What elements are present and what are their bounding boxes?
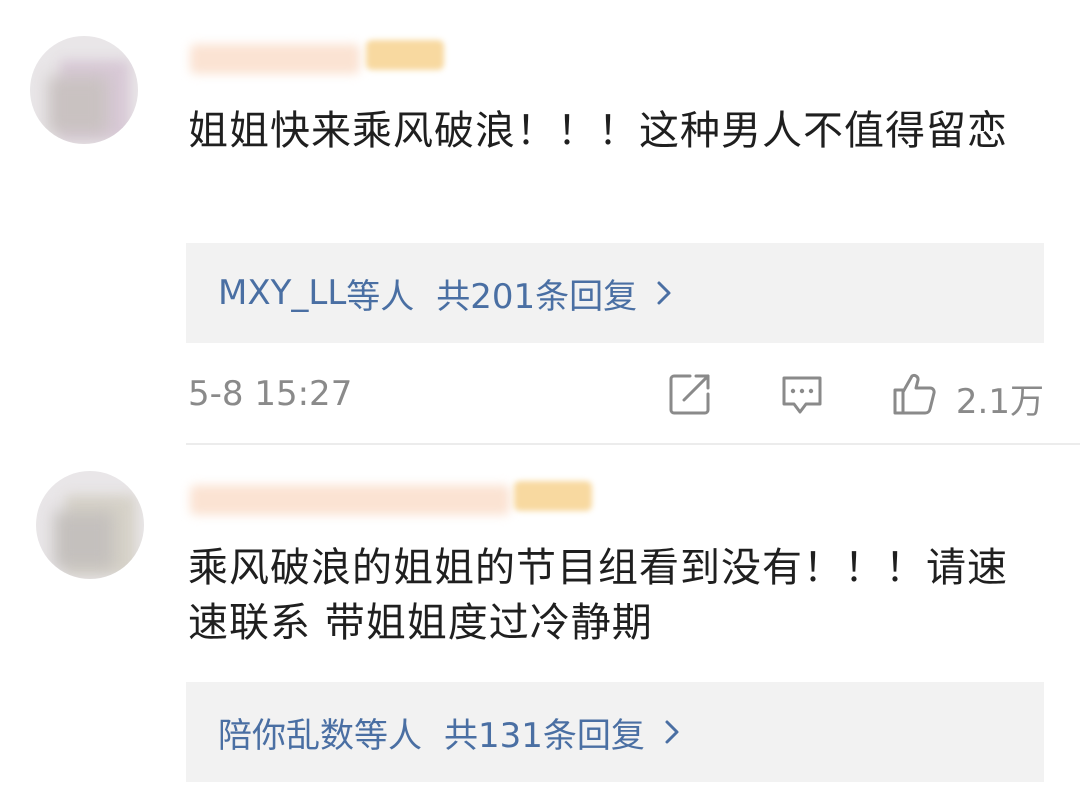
- comment-time: 5-8 15:27: [188, 374, 353, 414]
- like-count: 2.1万: [955, 382, 1044, 422]
- reply-count[interactable]: 共131条回复: [444, 708, 645, 757]
- reply-summary[interactable]: MXY_LL 等人 共201条回复: [186, 243, 1044, 343]
- thumbs-up-icon[interactable]: [890, 370, 938, 418]
- comment-text: 姐姐快来乘风破浪！！！这种男人不值得留恋: [188, 108, 1008, 154]
- comment-text: 乘风破浪的姐姐的节目组看到没有！！！请速速联系 带姐姐度过冷静期: [188, 545, 1008, 646]
- comment-item: 乘风破浪的姐姐的节目组看到没有！！！请速速联系 带姐姐度过冷静期 陪你乱数 等人…: [0, 445, 1080, 795]
- chevron-right-icon[interactable]: [659, 719, 685, 745]
- avatar[interactable]: [30, 36, 138, 144]
- vip-badge: [514, 481, 592, 511]
- username-redacted[interactable]: [190, 485, 510, 515]
- share-icon[interactable]: [666, 370, 714, 418]
- reply-users-suffix: 等人: [346, 276, 415, 317]
- reply-users-suffix: 等人: [354, 715, 422, 756]
- comment-item: 姐姐快来乘风破浪！！！这种男人不值得留恋 MXY_LL 等人 共201条回复 5…: [0, 0, 1080, 445]
- reply-summary[interactable]: 陪你乱数 等人 共131条回复: [186, 682, 1044, 782]
- avatar[interactable]: [36, 471, 144, 579]
- chevron-right-icon[interactable]: [651, 280, 677, 306]
- reply-users[interactable]: MXY_LL: [218, 273, 346, 313]
- username-redacted[interactable]: [190, 44, 360, 74]
- comment-meta: 5-8 15:27 2.1万: [188, 366, 1044, 426]
- reply-count[interactable]: 共201条回复: [436, 269, 637, 318]
- comment-icon[interactable]: [778, 370, 826, 418]
- vip-badge: [366, 40, 444, 70]
- reply-users[interactable]: 陪你乱数: [218, 708, 354, 757]
